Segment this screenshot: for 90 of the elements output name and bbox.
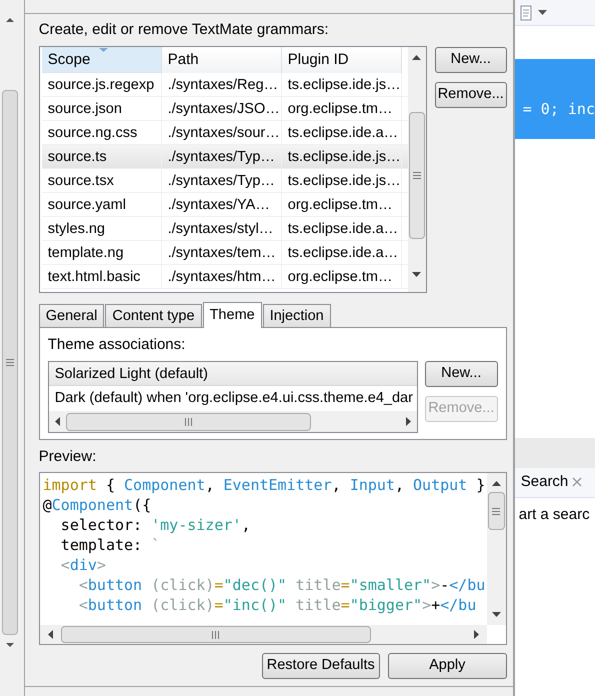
column-header[interactable]: Path: [162, 47, 282, 73]
code-line: <button (click)="inc()" title="bigger">+</bu: [78, 595, 478, 615]
scrollbar-thumb[interactable]: [408, 112, 425, 239]
table-cell: ts.eclipse.ide.js…: [282, 73, 402, 96]
table-cell: source.ng.css: [42, 121, 162, 144]
scroll-right-arrow-icon[interactable]: [474, 630, 479, 639]
table-cell: ./syntaxes/sour…: [162, 121, 282, 144]
table-cell: ./syntaxes/Typ…: [162, 145, 282, 168]
scroll-up-arrow-icon[interactable]: [492, 481, 501, 486]
code-line: import { Component, EventEmitter, Input, Output }: [42, 475, 486, 495]
grip-icon: [492, 508, 500, 514]
table-cell: org.eclipse.tm…: [282, 97, 402, 120]
table-cell: text.html.basic: [42, 265, 162, 288]
column-header[interactable]: Plugin ID: [282, 47, 402, 73]
scroll-down-arrow-icon[interactable]: [492, 612, 501, 617]
code-line: <button (click)="dec()" title="smaller">-</bu: [78, 575, 486, 595]
grip-icon: [184, 418, 192, 426]
button[interactable]: Apply: [388, 653, 507, 679]
table-row[interactable]: source.yaml ./syntaxes/YA… org.eclipse.tm…: [42, 193, 408, 217]
code-line: template: `: [60, 535, 162, 555]
table-row[interactable]: source.tsx ./syntaxes/Typ… ts.eclipse.ide.js…: [42, 169, 408, 193]
scroll-right-arrow-icon[interactable]: [406, 417, 411, 426]
code-line: <div>: [60, 555, 107, 575]
tab[interactable]: General: [38, 304, 104, 327]
grip-icon: [6, 359, 14, 366]
scroll-up-arrow-icon[interactable]: [5, 17, 15, 23]
list-item[interactable]: Dark (default) when 'org.eclipse.e4.ui.css.theme.e4_dar: [48, 386, 417, 410]
scrollbar-thumb[interactable]: [2, 90, 18, 635]
grip-icon: [412, 172, 421, 179]
table-cell: source.json: [42, 97, 162, 120]
scrollbar-thumb[interactable]: [488, 492, 505, 530]
tab[interactable]: Injection: [262, 304, 331, 327]
code-text: = 0; inc: [522, 98, 595, 120]
button[interactable]: Restore Defaults: [262, 653, 380, 679]
scroll-left-arrow-icon[interactable]: [54, 417, 60, 426]
table-cell: ./syntaxes/styl…: [162, 217, 282, 240]
description-text: Create, edit or remove TextMate grammars:: [38, 20, 330, 40]
table-cell: ./syntaxes/htm…: [162, 265, 282, 288]
table-cell: ts.eclipse.ide.a…: [282, 121, 402, 144]
button[interactable]: New...: [424, 361, 498, 387]
list-item[interactable]: Solarized Light (default): [48, 362, 417, 386]
vertical-scrollbar[interactable]: [486, 473, 506, 625]
table-row[interactable]: template.ng ./syntaxes/tem… ts.eclipse.ide.a…: [42, 241, 408, 265]
table-cell: ts.eclipse.ide.js…: [282, 169, 402, 192]
vertical-scrollbar[interactable]: [408, 47, 426, 292]
code-line: @Component({: [42, 495, 152, 515]
button: Remove...: [424, 396, 498, 422]
table-cell: ./syntaxes/YA…: [162, 193, 282, 216]
scrollbar-thumb[interactable]: [66, 412, 311, 430]
horizontal-scrollbar[interactable]: [48, 411, 417, 432]
table-cell: source.yaml: [42, 193, 162, 216]
button[interactable]: Remove...: [434, 82, 507, 108]
table-cell: ts.eclipse.ide.a…: [282, 217, 402, 240]
grip-icon: [212, 630, 220, 638]
table-row[interactable]: source.json ./syntaxes/JSO… org.eclipse.tm…: [42, 97, 408, 121]
table-cell: ./syntaxes/JSO…: [162, 97, 282, 120]
table-cell: org.eclipse.tm…: [282, 193, 402, 216]
column-header[interactable]: Scope: [42, 47, 162, 73]
tab[interactable]: Content type: [105, 304, 202, 327]
table-row[interactable]: source.js.regexp ./syntaxes/Reg… ts.eclipse.ide.js…: [42, 73, 408, 97]
tab[interactable]: Theme: [202, 302, 262, 328]
table-cell: ./syntaxes/Reg…: [162, 73, 282, 96]
table-cell: ./syntaxes/Typ…: [162, 169, 282, 192]
table-cell: ts.eclipse.ide.js…: [282, 145, 402, 168]
close-icon[interactable]: [572, 477, 582, 487]
horizontal-scrollbar[interactable]: [40, 625, 487, 644]
section-label: Preview:: [38, 448, 98, 466]
scrollbar-thumb[interactable]: [60, 626, 371, 643]
table-row[interactable]: source.ts ./syntaxes/Typ… ts.eclipse.ide.js…: [42, 145, 408, 169]
document-icon[interactable]: [520, 4, 532, 20]
button[interactable]: New...: [434, 47, 507, 73]
table-row[interactable]: styles.ng ./syntaxes/styl… ts.eclipse.ide.a…: [42, 217, 408, 241]
table-cell: ts.eclipse.ide.a…: [282, 241, 402, 264]
scroll-up-arrow-icon[interactable]: [412, 55, 422, 60]
scroll-down-arrow-icon[interactable]: [412, 272, 422, 277]
table-cell: template.ng: [42, 241, 162, 264]
sort-arrow-icon: [98, 48, 108, 52]
table-cell: org.eclipse.tm…: [282, 265, 402, 288]
table-cell: ./syntaxes/tem…: [162, 241, 282, 264]
view-message: art a searc: [518, 504, 591, 524]
scroll-left-arrow-icon[interactable]: [48, 630, 53, 639]
table-cell: source.tsx: [42, 169, 162, 192]
table-cell: source.js.regexp: [42, 73, 162, 96]
table-cell: styles.ng: [42, 217, 162, 240]
dropdown-arrow-icon[interactable]: [538, 10, 547, 15]
table-row[interactable]: text.html.basic ./syntaxes/htm… org.eclipse.tm…: [42, 265, 408, 289]
code-line: selector: 'my-sizer',: [60, 515, 252, 535]
table-cell: source.ts: [42, 145, 162, 168]
section-label: Theme associations:: [48, 336, 186, 354]
scroll-down-arrow-icon[interactable]: [5, 642, 15, 648]
